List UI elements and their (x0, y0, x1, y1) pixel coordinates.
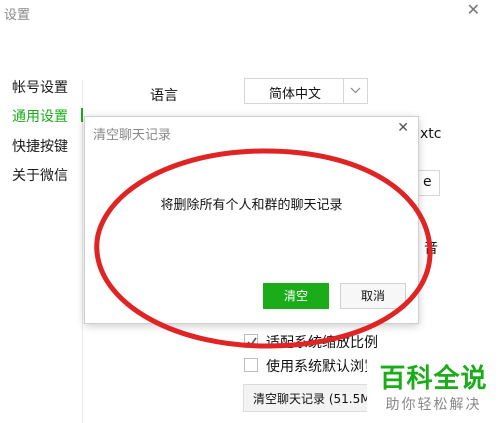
dialog-title: 清空聊天记录 (93, 128, 172, 143)
cancel-button[interactable]: 取消 (340, 283, 406, 309)
watermark-subtitle: 助你轻松解决 (385, 397, 482, 413)
watermark-logo: 百科全说 助你轻松解决 (367, 358, 500, 423)
sidebar-item-account[interactable]: 帐号设置 (12, 77, 68, 97)
dialog-close-icon[interactable]: ✕ (397, 120, 409, 136)
dialog-message: 将删除所有个人和群的聊天记录 (160, 198, 343, 213)
default-browser-label: 使用系统默认浏览 (266, 359, 378, 375)
language-select[interactable]: 简体中文 (244, 78, 368, 104)
sidebar-item-general[interactable]: 通用设置 (12, 106, 68, 126)
obscured-setting-box-text: e (423, 174, 432, 190)
adapt-scale-label: 适配系统缩放比例 (266, 335, 378, 351)
sidebar-divider (82, 80, 83, 423)
sidebar-item-about[interactable]: 关于微信 (12, 165, 68, 185)
default-browser-checkbox[interactable] (244, 358, 258, 372)
language-label: 语言 (150, 88, 178, 104)
sidebar-item-shortcuts[interactable]: 快捷按键 (12, 136, 68, 156)
obscured-setting-box[interactable]: e (418, 170, 440, 196)
sidebar-active-indicator (81, 108, 83, 122)
watermark-title: 百科全说 (379, 364, 488, 394)
clear-history-dialog: 清空聊天记录 ✕ 将删除所有个人和群的聊天记录 清空 取消 (84, 116, 419, 324)
clear-confirm-button[interactable]: 清空 (263, 283, 329, 309)
chevron-down-icon[interactable] (343, 79, 367, 103)
obscured-setting-fragment-2: 音 (424, 238, 438, 258)
window-title: 设置 (4, 8, 31, 23)
adapt-scale-checkbox[interactable] (244, 334, 258, 348)
language-select-value: 简体中文 (268, 87, 321, 102)
obscured-setting-fragment: xtc (420, 126, 442, 142)
window-close-icon[interactable]: ✕ (467, 0, 480, 19)
